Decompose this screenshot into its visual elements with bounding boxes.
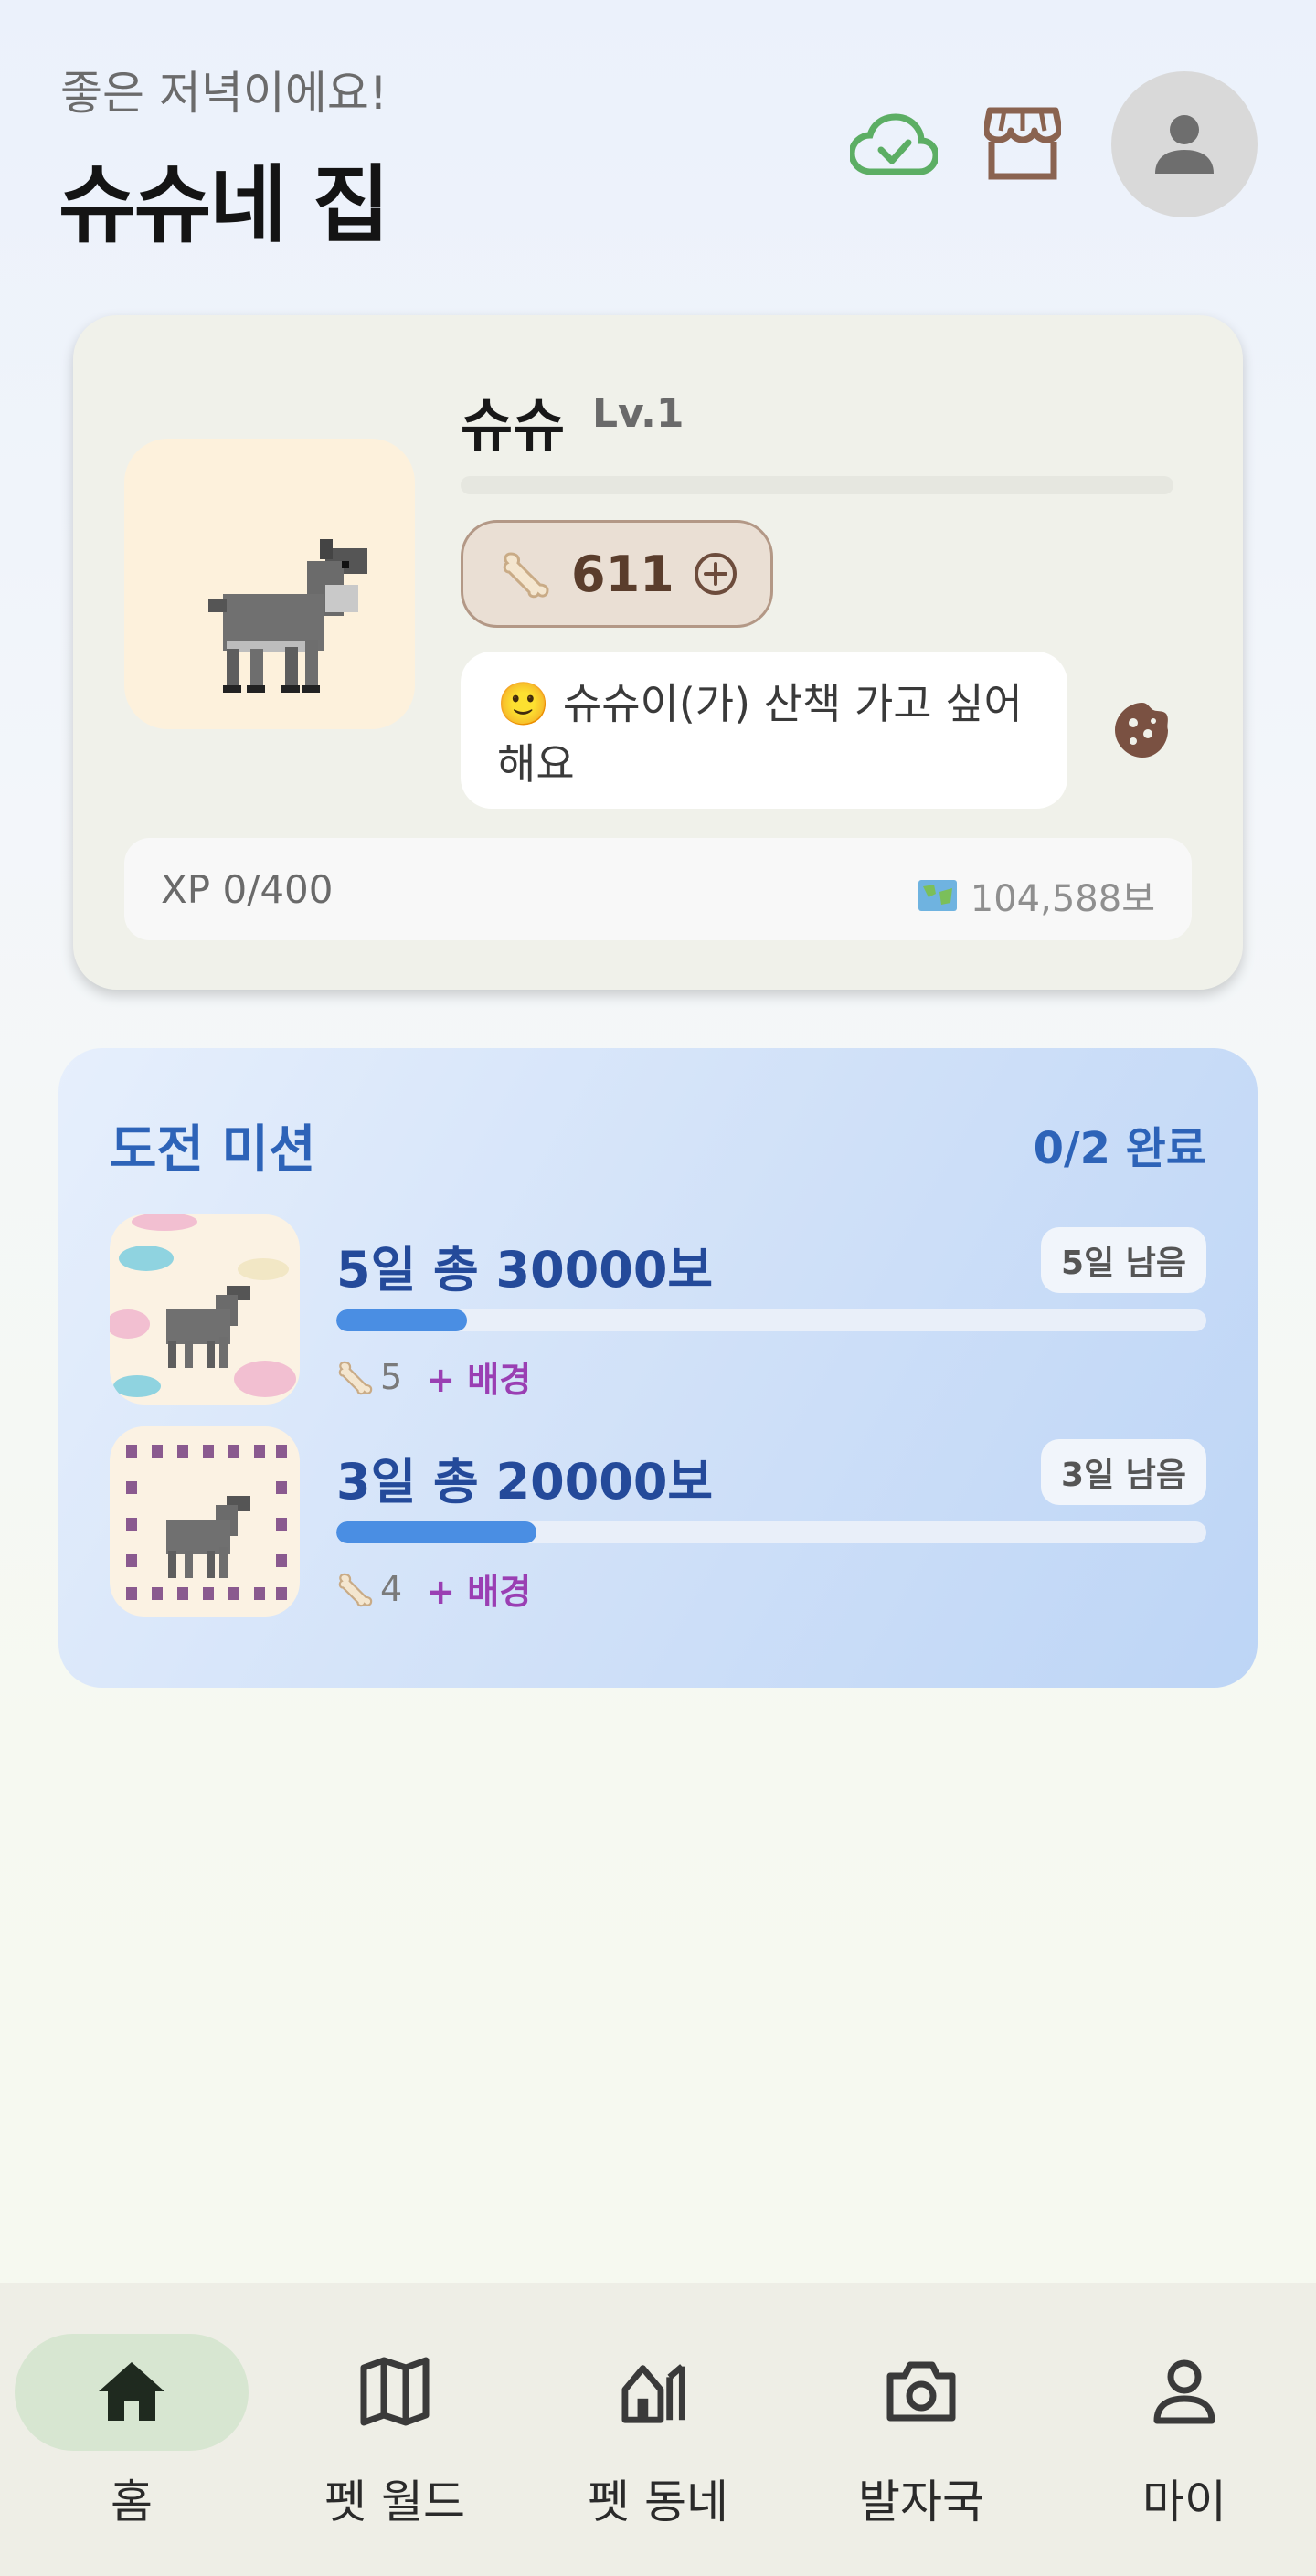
missions-title: 도전 미션 xyxy=(110,1120,316,1180)
page-title: 슈슈네 집 xyxy=(58,156,390,254)
challenge-missions-card: 도전 미션 0/2 완료 5일 총 30000보 5일 남음 5 + 배경 3일… xyxy=(58,1048,1258,1688)
mission-progress-fill xyxy=(336,1521,536,1543)
person-icon xyxy=(1148,2350,1221,2433)
bottom-navigation: 홈 펫 월드 펫 동네 발자국 마이 xyxy=(0,2283,1316,2576)
bone-icon xyxy=(338,1573,373,1606)
pet-speech-bubble: 🙂 슈슈이(가) 산책 가고 싶어해요 xyxy=(461,652,1067,809)
nav-item-my[interactable]: 마이 xyxy=(1053,2283,1316,2576)
schnauzer-icon xyxy=(208,539,367,693)
mission-progress-fill xyxy=(336,1309,467,1331)
bone-icon xyxy=(503,552,549,599)
pet-name: 슈슈 xyxy=(461,392,566,459)
header: 좋은 저녁이에요! 슈슈네 집 xyxy=(0,0,1316,274)
mission-thumbnail xyxy=(110,1214,300,1405)
nav-item-footprints[interactable]: 발자국 xyxy=(790,2283,1053,2576)
store-icon[interactable] xyxy=(982,102,1064,185)
nav-label: 마이 xyxy=(1142,2475,1226,2528)
stats-bar: XP 0/400 104,588보 xyxy=(124,838,1192,940)
level-progress-bar xyxy=(461,476,1173,494)
reward-bone-count: 4 xyxy=(380,1568,403,1609)
greeting-text: 좋은 저녁이에요! xyxy=(60,67,387,120)
reward-bone-count: 5 xyxy=(380,1356,403,1397)
steps-total: 104,588보 xyxy=(918,869,1155,922)
cookie-icon[interactable] xyxy=(1111,699,1173,761)
pet-portrait[interactable] xyxy=(124,439,415,729)
pet-card: 슈슈 Lv.1 611 🙂 슈슈이(가) 산책 가고 싶어해요 XP 0/400 xyxy=(73,315,1243,990)
camera-icon xyxy=(885,2350,958,2433)
cloud-check-icon[interactable] xyxy=(848,108,939,183)
days-left-badge: 5일 남음 xyxy=(1041,1227,1206,1293)
world-map-icon xyxy=(918,880,957,911)
nav-item-pet-neighborhood[interactable]: 펫 동네 xyxy=(526,2283,790,2576)
home-icon xyxy=(95,2350,168,2433)
mission-reward: 5 + 배경 xyxy=(336,1352,531,1402)
mission-progress-bar xyxy=(336,1309,1206,1331)
pet-level: Lv.1 xyxy=(592,390,685,437)
person-icon xyxy=(1155,115,1214,174)
bone-balance-button[interactable]: 611 xyxy=(461,520,773,628)
mission-thumbnail xyxy=(110,1426,300,1617)
mission-item[interactable]: 5일 총 30000보 5일 남음 5 + 배경 xyxy=(110,1214,1206,1408)
mission-name: 5일 총 30000보 xyxy=(336,1241,714,1299)
nav-item-pet-world[interactable]: 펫 월드 xyxy=(263,2283,526,2576)
nav-label: 홈 xyxy=(111,2475,153,2528)
reward-background: + 배경 xyxy=(426,1572,532,1612)
mission-name: 3일 총 20000보 xyxy=(336,1453,714,1511)
mission-item[interactable]: 3일 총 20000보 3일 남음 4 + 배경 xyxy=(110,1426,1206,1620)
profile-avatar-button[interactable] xyxy=(1111,71,1258,217)
xp-text: XP 0/400 xyxy=(161,867,334,912)
missions-progress: 0/2 완료 xyxy=(1033,1123,1206,1174)
mission-progress-bar xyxy=(336,1521,1206,1543)
reward-background: + 배경 xyxy=(426,1360,532,1400)
neighborhood-icon xyxy=(621,2350,695,2433)
bone-count: 611 xyxy=(571,545,674,603)
steps-text: 104,588보 xyxy=(970,878,1155,920)
nav-item-home[interactable]: 홈 xyxy=(0,2283,263,2576)
nav-label: 펫 동네 xyxy=(588,2475,728,2528)
map-icon xyxy=(358,2350,431,2433)
nav-label: 발자국 xyxy=(858,2475,984,2528)
plus-circle-icon[interactable] xyxy=(693,551,738,597)
nav-label: 펫 월드 xyxy=(324,2475,465,2528)
days-left-badge: 3일 남음 xyxy=(1041,1439,1206,1505)
mission-reward: 4 + 배경 xyxy=(336,1564,531,1614)
bone-icon xyxy=(338,1361,373,1394)
